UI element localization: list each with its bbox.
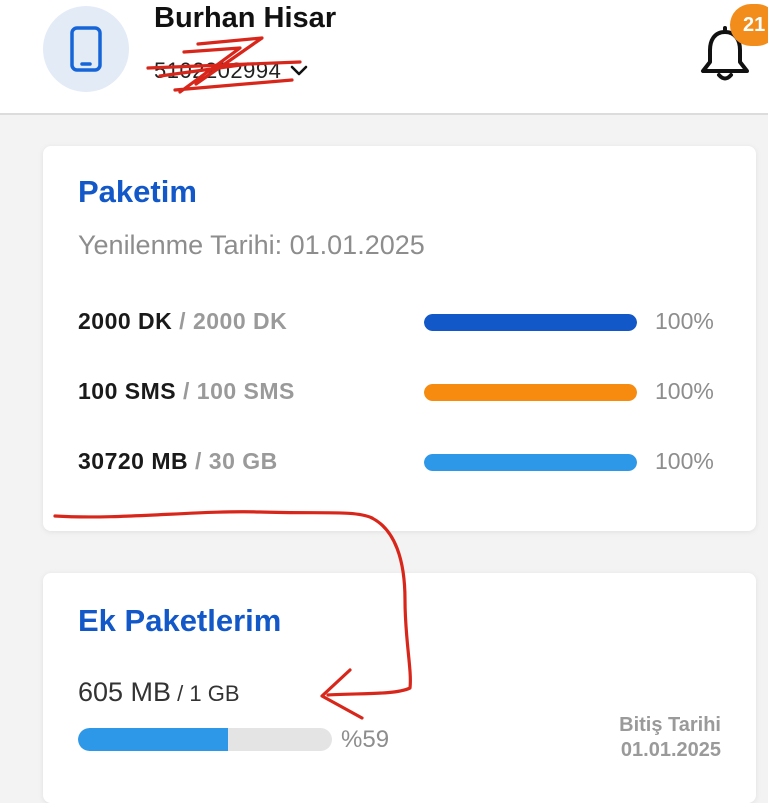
end-date-label: Bitiş Tarihi bbox=[619, 714, 721, 736]
usage-separator: / bbox=[172, 308, 193, 334]
end-date-value: 01.01.2025 bbox=[620, 739, 721, 761]
package-title: Paketim bbox=[78, 174, 197, 209]
phone-number: 5102202994 bbox=[154, 58, 282, 83]
usage-bar bbox=[424, 314, 637, 331]
usage-separator: / bbox=[188, 448, 209, 474]
usage-percent: 100% bbox=[655, 378, 714, 404]
smartphone-icon bbox=[70, 26, 102, 72]
phone-number-selector[interactable]: 5102202994 bbox=[154, 56, 309, 86]
usage-percent: 100% bbox=[655, 308, 714, 334]
usage-label: 2000 DK / 2000 DK bbox=[78, 308, 287, 335]
app-header: Burhan Hisar 5102202994 21 bbox=[0, 0, 768, 115]
notification-badge[interactable]: 21 bbox=[730, 4, 768, 46]
usage-label: 100 SMS / 100 SMS bbox=[78, 378, 295, 405]
usage-row-data: 30720 MB / 30 GB 100% bbox=[78, 444, 738, 478]
usage-bar-fill bbox=[424, 384, 637, 401]
chevron-down-icon[interactable] bbox=[289, 64, 309, 78]
extra-packages-title: Ek Paketlerim bbox=[78, 603, 282, 638]
extra-total: / 1 GB bbox=[171, 681, 240, 706]
extra-usage-bar bbox=[78, 728, 332, 751]
extra-usage-bar-fill bbox=[78, 728, 228, 751]
usage-bar-fill bbox=[424, 314, 637, 331]
usage-total: 100 SMS bbox=[196, 378, 295, 404]
account-avatar[interactable] bbox=[43, 6, 129, 92]
usage-total: 2000 DK bbox=[192, 308, 288, 334]
usage-bar bbox=[424, 384, 637, 401]
extra-usage-label: 605 MB / 1 GB bbox=[78, 677, 240, 708]
user-name: Burhan Hisar bbox=[154, 2, 337, 34]
usage-bar bbox=[424, 454, 637, 471]
extra-used: 605 MB bbox=[78, 677, 172, 707]
package-card: Paketim Yenilenme Tarihi: 01.01.2025 200… bbox=[43, 146, 756, 531]
usage-total: 30 GB bbox=[208, 448, 278, 474]
usage-separator: / bbox=[176, 378, 197, 404]
usage-label: 30720 MB / 30 GB bbox=[78, 448, 278, 475]
usage-row-minutes: 2000 DK / 2000 DK 100% bbox=[78, 304, 738, 338]
renewal-date: Yenilenme Tarihi: 01.01.2025 bbox=[78, 230, 425, 260]
usage-percent: 100% bbox=[655, 448, 714, 474]
usage-used: 2000 DK bbox=[78, 308, 173, 334]
extra-usage-percent: %59 bbox=[341, 726, 390, 753]
usage-bar-fill bbox=[424, 454, 637, 471]
usage-used: 100 SMS bbox=[78, 378, 177, 404]
extra-packages-card[interactable]: Ek Paketlerim 605 MB / 1 GB %59 Bitiş Ta… bbox=[43, 573, 756, 803]
usage-row-sms: 100 SMS / 100 SMS 100% bbox=[78, 374, 738, 408]
usage-used: 30720 MB bbox=[78, 448, 189, 474]
